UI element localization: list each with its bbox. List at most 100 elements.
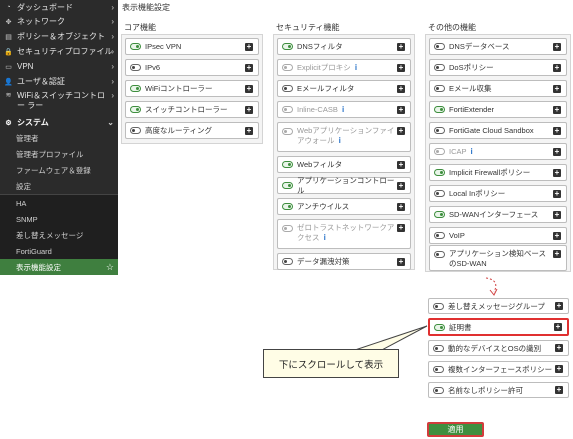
plus-icon[interactable]: + [553,147,561,156]
toggle-switch[interactable] [282,128,293,135]
feature-app-sdwan[interactable]: アプリケーション検知ベースのSD-WAN + [429,245,567,271]
feature-email-collection[interactable]: Eメール収集 + [429,80,567,97]
sidebar-item-snmp[interactable]: SNMP [0,211,118,227]
feature-sdwan-interface[interactable]: SD-WANインターフェース + [429,206,567,223]
feature-inline-casb[interactable]: Inline-CASB i + [277,101,411,118]
toggle-switch[interactable] [282,64,293,71]
feature-dns-database[interactable]: DNSデータベース + [429,38,567,55]
toggle-switch[interactable] [433,365,444,373]
toggle-switch[interactable] [434,148,445,155]
toggle-switch[interactable] [282,161,293,168]
feature-application-control[interactable]: アプリケーションコントロール + [277,176,411,195]
plus-icon[interactable]: + [553,84,561,93]
toggle-switch[interactable] [433,302,444,310]
toggle-switch[interactable] [434,64,445,71]
feature-fortiextender[interactable]: FortiExtender + [429,101,567,118]
plus-icon[interactable]: + [245,105,253,114]
plus-icon[interactable]: + [553,105,561,114]
toggle-switch[interactable] [434,323,445,331]
plus-icon[interactable]: + [555,302,563,310]
toggle-switch[interactable] [282,106,293,113]
sidebar-item-admins[interactable]: 管理者 [0,130,118,146]
toggle-switch[interactable] [130,106,141,113]
plus-icon[interactable]: + [555,365,563,373]
info-icon[interactable]: i [324,233,326,242]
plus-icon[interactable]: + [397,84,405,93]
plus-icon[interactable]: + [245,126,253,135]
feature-advanced-routing[interactable]: 高度なルーティング + [125,122,259,139]
plus-icon[interactable]: + [553,189,561,198]
plus-icon[interactable]: + [553,126,561,135]
toggle-switch[interactable] [434,251,445,258]
feature-allow-unnamed-policies[interactable]: 名前なしポリシー許可 + [428,382,569,398]
toggle-switch[interactable] [434,232,445,239]
plus-icon[interactable]: + [553,168,561,177]
toggle-switch[interactable] [434,211,445,218]
toggle-switch[interactable] [282,225,293,232]
plus-icon[interactable]: + [397,127,405,135]
toggle-switch[interactable] [434,127,445,134]
toggle-switch[interactable] [130,43,141,50]
plus-icon[interactable]: + [553,210,561,219]
nav-dashboard[interactable]: ◔ ダッシュボード › [0,0,118,14]
info-icon[interactable]: i [355,63,357,72]
sidebar-item-fortiguard[interactable]: FortiGuard [0,243,118,259]
feature-local-in-policy[interactable]: Local Inポリシー + [429,185,567,202]
star-icon[interactable]: ☆ [106,262,114,273]
toggle-switch[interactable] [282,258,293,265]
nav-user-auth[interactable]: 👤 ユーザ＆認証 › [0,74,118,89]
feature-dos-policy[interactable]: DoSポリシー + [429,59,567,76]
plus-icon[interactable]: + [245,84,253,93]
plus-icon[interactable]: + [397,105,405,114]
plus-icon[interactable]: + [397,257,405,266]
toggle-switch[interactable] [282,85,293,92]
toggle-switch[interactable] [282,182,293,189]
feature-voip[interactable]: VoIP + [429,227,567,244]
info-icon[interactable]: i [342,105,344,114]
toggle-switch[interactable] [130,64,141,71]
plus-icon[interactable]: + [397,202,405,211]
toggle-switch[interactable] [434,169,445,176]
feature-explicit-proxy[interactable]: Explicitプロキシ i + [277,59,411,76]
nav-system[interactable]: ⚙ システム ⌄ [0,115,118,130]
toggle-switch[interactable] [434,190,445,197]
toggle-switch[interactable] [433,386,444,394]
plus-icon[interactable]: + [397,224,405,232]
toggle-switch[interactable] [434,43,445,50]
sidebar-item-firmware[interactable]: ファームウェア＆登録 [0,162,118,178]
feature-ipsec-vpn[interactable]: IPsec VPN + [125,38,259,55]
plus-icon[interactable]: + [553,63,561,72]
feature-antivirus[interactable]: アンチウイルス + [277,198,411,215]
toggle-switch[interactable] [130,127,141,134]
feature-wifi-controller[interactable]: WiFiコントローラー + [125,80,259,97]
plus-icon[interactable]: + [553,231,561,240]
nav-network[interactable]: ✥ ネットワーク › [0,14,118,29]
plus-icon[interactable]: + [555,386,563,394]
info-icon[interactable]: i [470,147,472,156]
toggle-switch[interactable] [130,85,141,92]
sidebar-item-ha[interactable]: HA [0,195,118,211]
nav-vpn[interactable]: ▭ VPN › [0,59,118,74]
feature-certificates[interactable]: 証明書 + [428,318,569,336]
plus-icon[interactable]: + [553,42,561,51]
plus-icon[interactable]: + [245,42,253,51]
plus-icon[interactable]: + [245,63,253,72]
feature-dlp[interactable]: データ漏洩対策 + [277,253,411,270]
feature-web-filter[interactable]: Webフィルタ + [277,156,411,173]
toggle-switch[interactable] [434,85,445,92]
nav-policy-objects[interactable]: ▤ ポリシー＆オブジェクト › [0,29,118,44]
feature-replacement-message-groups[interactable]: 差し替えメッセージグループ + [428,298,569,314]
info-icon[interactable]: i [339,136,341,145]
toggle-switch[interactable] [433,344,444,352]
plus-icon[interactable]: + [397,63,405,72]
feature-implicit-firewall-policy[interactable]: Implicit Firewallポリシー + [429,164,567,181]
feature-waf[interactable]: Webアプリケーションファイアウォール i + [277,122,411,152]
sidebar-item-feature-visibility[interactable]: 表示機能設定 ☆ [0,259,118,275]
nav-security-profiles[interactable]: 🔒 セキュリティプロファイル › [0,44,118,59]
sidebar-item-replacement-messages[interactable]: 差し替えメッセージ [0,227,118,243]
feature-icap[interactable]: ICAP i + [429,143,567,160]
feature-multiple-interface-policy[interactable]: 複数インターフェースポリシー + [428,361,569,377]
plus-icon[interactable]: + [553,250,561,258]
sidebar-item-admin-profiles[interactable]: 管理者プロファイル [0,146,118,162]
feature-device-os-detection[interactable]: 動的なデバイスとOSの識別 + [428,340,569,356]
